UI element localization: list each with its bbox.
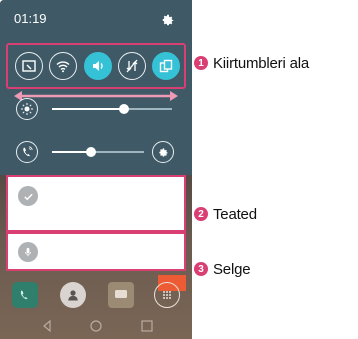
notification-item[interactable] — [6, 232, 186, 271]
phone-screen: 01:19 — [0, 0, 192, 339]
callout-clear: 3 Selge — [194, 259, 251, 279]
callout-number: 3 — [194, 262, 208, 276]
quick-toggle-area — [6, 43, 186, 89]
volume-slider[interactable] — [52, 147, 144, 157]
dual-window-icon — [159, 59, 173, 73]
brightness-fill — [52, 108, 124, 110]
navigation-bar — [0, 314, 192, 339]
status-time: 01:19 — [14, 11, 47, 26]
callout-label: Teated — [213, 205, 257, 223]
notification-item[interactable] — [6, 175, 186, 232]
status-bar: 01:19 — [0, 0, 192, 40]
recent-apps-icon[interactable] — [140, 319, 154, 333]
toggle-dual-window[interactable] — [152, 52, 180, 80]
sound-icon — [93, 61, 103, 71]
toggle-data[interactable] — [118, 52, 146, 80]
brightness-slider[interactable] — [52, 104, 172, 114]
callout-number: 1 — [194, 56, 208, 70]
gear-icon[interactable] — [161, 13, 175, 27]
check-icon — [18, 186, 38, 206]
apps-icon[interactable] — [154, 282, 180, 308]
callout-number: 2 — [194, 207, 208, 221]
callout-quick-toggle: 1 Kiirtumbleri ala — [194, 53, 309, 73]
brightness-icon — [16, 98, 38, 120]
phone-app-icon[interactable] — [12, 282, 38, 308]
contacts-app-icon[interactable] — [60, 282, 86, 308]
callout-label: Selge — [213, 260, 251, 278]
brightness-slider-row — [0, 95, 192, 125]
toggle-sound[interactable] — [84, 52, 112, 80]
wifi-icon — [56, 61, 70, 73]
back-icon[interactable] — [40, 319, 54, 333]
capture-icon — [22, 60, 36, 72]
messaging-app-icon[interactable] — [108, 282, 134, 308]
mic-icon — [18, 242, 38, 262]
toggle-wifi[interactable] — [49, 52, 77, 80]
toggle-screen-capture[interactable] — [15, 52, 43, 80]
volume-fill — [52, 151, 91, 153]
callout-label: Kiirtumbleri ala — [213, 54, 309, 72]
ringtone-volume-icon — [16, 141, 38, 163]
volume-settings-icon[interactable] — [152, 141, 174, 163]
home-dock — [0, 282, 192, 312]
data-off-icon — [126, 59, 138, 73]
callout-notifications: 2 Teated — [194, 204, 257, 224]
brightness-thumb[interactable] — [119, 104, 129, 114]
quick-settings-panel: 01:19 — [0, 0, 192, 175]
volume-thumb[interactable] — [85, 147, 96, 157]
home-icon[interactable] — [89, 319, 103, 333]
volume-slider-row — [0, 138, 192, 168]
